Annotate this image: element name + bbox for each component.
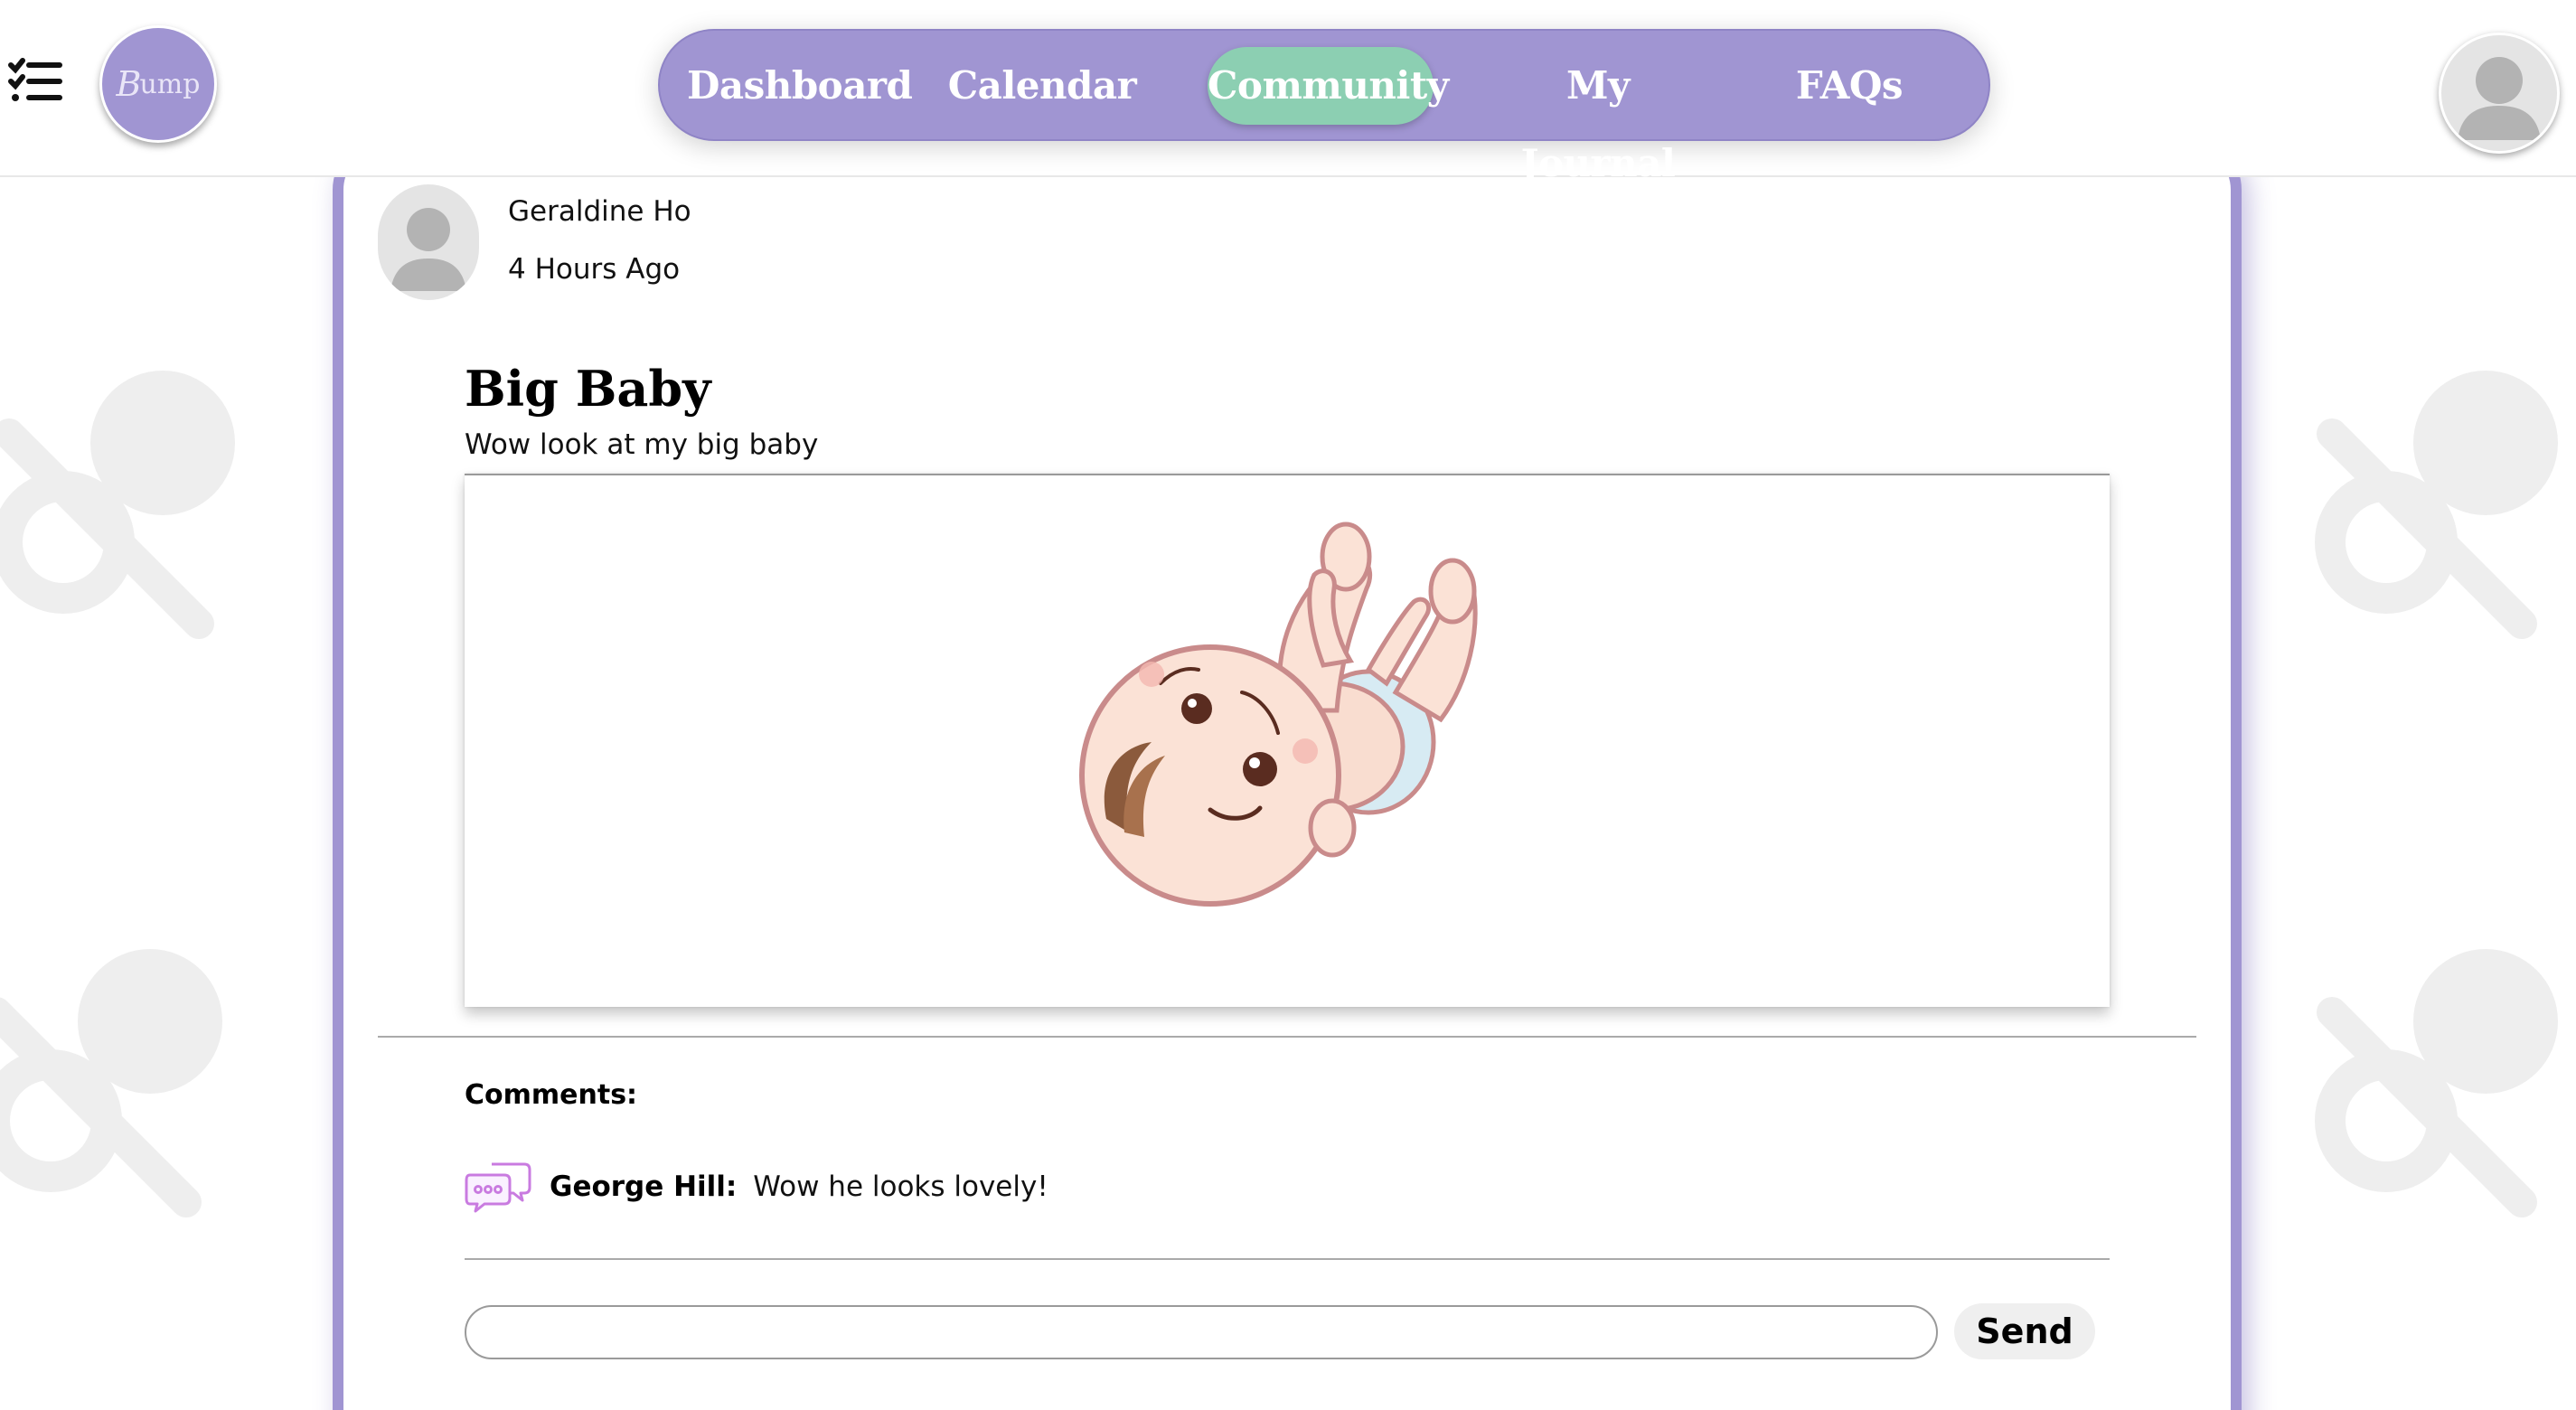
comment-input[interactable] xyxy=(465,1305,1938,1359)
post-image xyxy=(465,474,2110,1007)
logo-mark: B xyxy=(116,64,142,104)
comment-author[interactable]: George Hill: xyxy=(550,1170,737,1203)
author-avatar[interactable] xyxy=(378,184,479,300)
pacifier-decor-icon xyxy=(2315,371,2558,639)
baby-illustration xyxy=(1079,522,1478,907)
nav-tab-my-journal[interactable]: My Journal xyxy=(1490,47,1706,185)
post-title: Big Baby xyxy=(465,360,711,418)
user-avatar-icon xyxy=(2458,57,2541,140)
main-nav: Dashboard Calendar Community My Journal … xyxy=(658,29,1990,185)
comment-item: George Hill: Wow he looks lovely! xyxy=(465,1155,1048,1218)
post-body-text: Wow look at my big baby xyxy=(465,428,819,461)
pacifier-decor-icon xyxy=(0,949,222,1217)
nav-tab-community[interactable]: Community xyxy=(1208,47,1449,125)
logo-text: ump xyxy=(139,68,201,100)
send-comment-button[interactable]: Send xyxy=(1954,1303,2095,1359)
checklist-menu-icon[interactable] xyxy=(7,56,63,107)
post-timestamp: 4 Hours Ago xyxy=(508,253,681,286)
pacifier-decor-icon xyxy=(0,371,235,639)
user-avatar-button[interactable] xyxy=(2439,33,2560,154)
comment-text: Wow he looks lovely! xyxy=(753,1170,1048,1203)
nav-tab-calendar[interactable]: Calendar xyxy=(947,47,1137,125)
comments-divider xyxy=(465,1258,2110,1260)
chat-bubbles-icon xyxy=(465,1162,531,1213)
page: B ump Dashboard Calendar Community My Jo… xyxy=(0,0,2576,1410)
pacifier-decor-icon xyxy=(2315,949,2558,1217)
post-divider xyxy=(378,1036,2196,1038)
nav-tab-dashboard[interactable]: Dashboard xyxy=(687,47,913,125)
top-header: B ump Dashboard Calendar Community My Jo… xyxy=(0,0,2576,185)
nav-tab-faqs[interactable]: FAQs xyxy=(1777,47,1922,125)
user-avatar-icon xyxy=(390,208,466,291)
comments-heading: Comments: xyxy=(465,1079,638,1111)
post-author-name[interactable]: Geraldine Ho xyxy=(508,195,691,228)
app-logo[interactable]: B ump xyxy=(99,25,217,143)
